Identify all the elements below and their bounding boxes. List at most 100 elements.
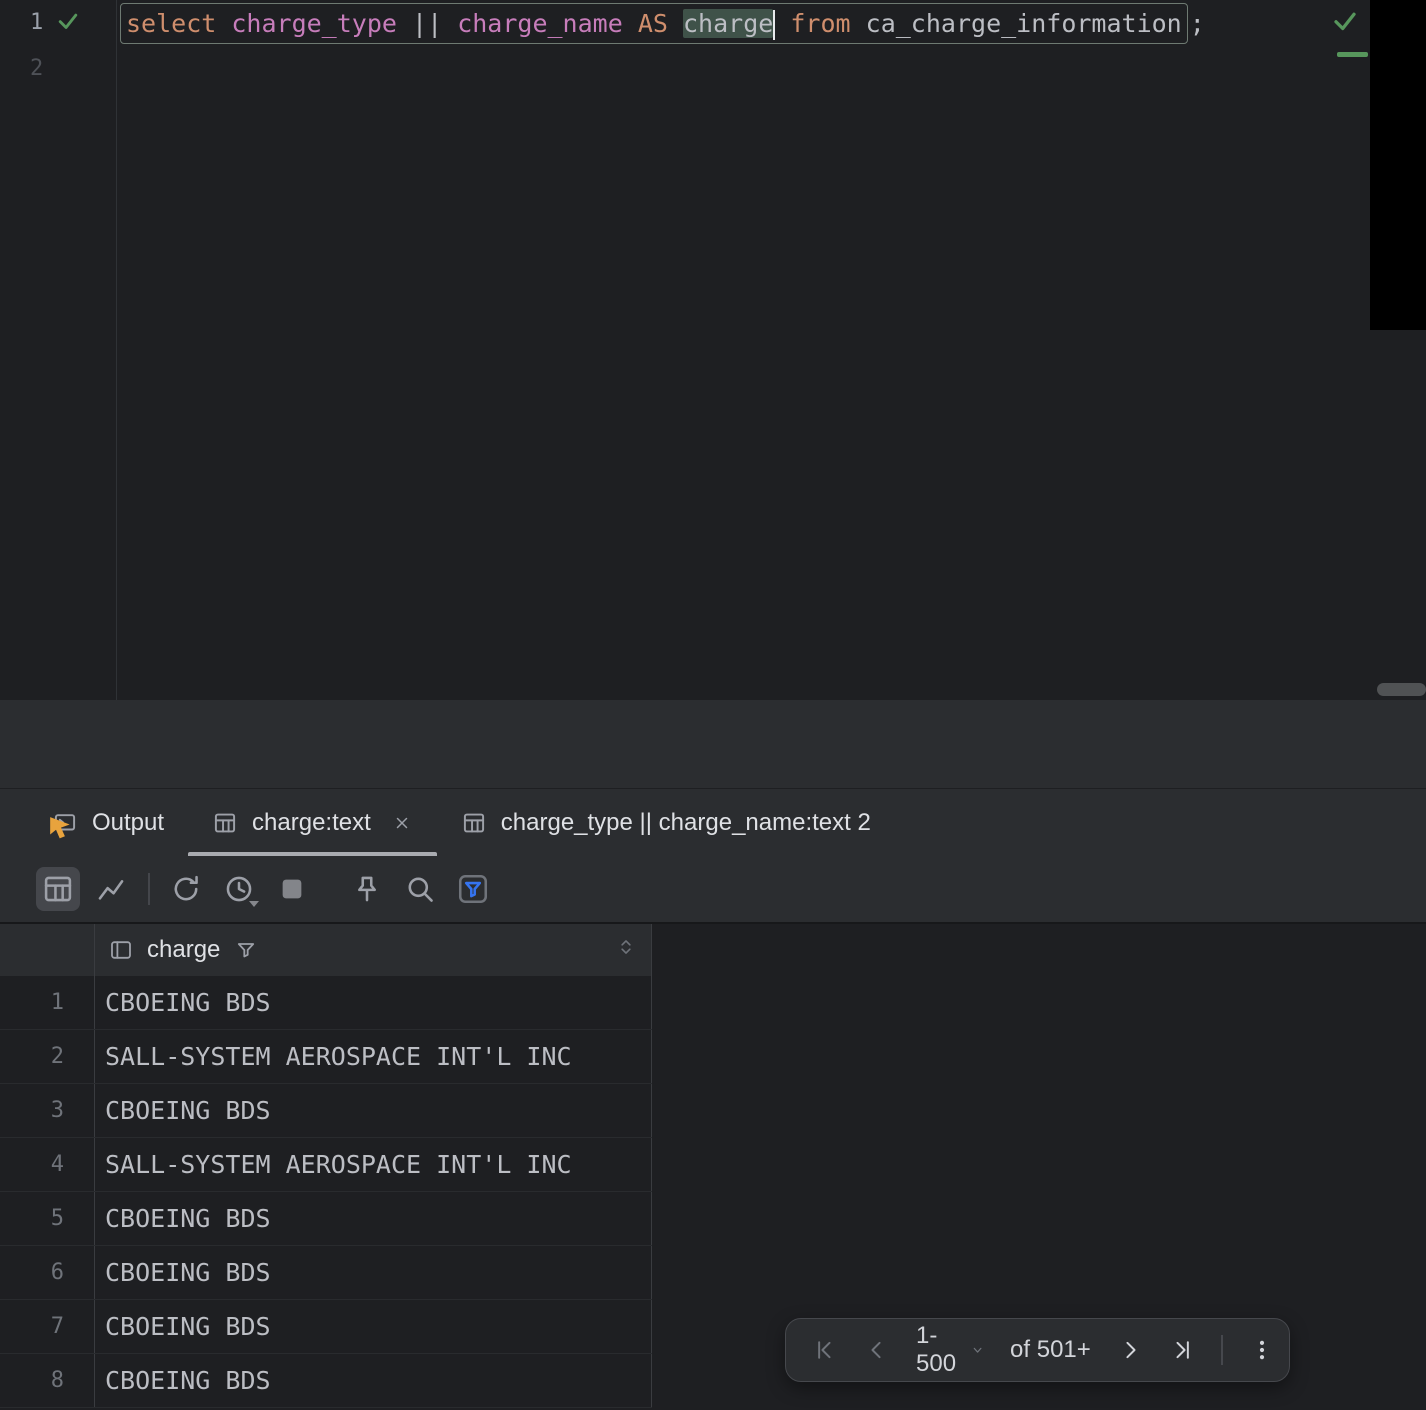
inspections-ok-check-icon[interactable] — [1330, 6, 1360, 36]
sort-icon[interactable] — [615, 936, 637, 965]
stop-icon — [282, 879, 302, 899]
sql-statement-highlight[interactable]: select charge_type || charge_name AS cha… — [120, 2, 1188, 44]
table-row[interactable]: 3 CBOEING BDS — [0, 1084, 652, 1138]
history-dropdown-arrow-icon — [249, 901, 259, 907]
refresh-icon — [174, 875, 198, 901]
cell-charge[interactable]: CBOEING BDS — [95, 1300, 652, 1353]
tab-output[interactable]: Output — [28, 789, 188, 856]
find-button[interactable] — [398, 867, 442, 911]
statement-success-check-icon — [58, 13, 78, 29]
kebab-menu-icon[interactable] — [1249, 1337, 1275, 1363]
row-number: 5 — [0, 1192, 95, 1245]
page-range-dropdown[interactable]: 1-500 — [916, 1322, 984, 1378]
pin-icon — [358, 876, 376, 902]
table-row[interactable]: 5 CBOEING BDS — [0, 1192, 652, 1246]
sql-token: AS — [637, 8, 668, 38]
horizontal-scrollbar-thumb[interactable] — [1377, 683, 1426, 696]
sql-tokens: select charge_type || charge_name AS cha… — [126, 4, 1182, 43]
result-tab-bar: Output charge:text charge_type || charge… — [0, 788, 1426, 856]
sql-token: charge — [683, 8, 774, 38]
search-icon — [408, 877, 433, 902]
total-rows-label: of 501+ — [1010, 1336, 1091, 1363]
sql-semicolon: ; — [1189, 8, 1205, 38]
row-number: 8 — [0, 1354, 95, 1407]
pagination-bar: 1-500 of 501+ — [785, 1318, 1290, 1382]
row-number-header-cell[interactable] — [0, 924, 95, 976]
tab-charge-type-concat[interactable]: charge_type || charge_name:text 2 — [437, 789, 895, 856]
row-number: 1 — [0, 976, 95, 1029]
grid-body: 1 CBOEING BDS 2 SALL-SYSTEM AEROSPACE INT'L… — [0, 976, 652, 1408]
column-header-label: charge — [147, 936, 221, 963]
sql-token: charge_name — [457, 8, 623, 38]
busy-cursor-icon — [50, 816, 70, 838]
cell-charge[interactable]: CBOEING BDS — [95, 1354, 652, 1407]
tab-charge-type-concat-label: charge_type || charge_name:text 2 — [500, 808, 871, 836]
column-header-charge[interactable]: charge — [95, 924, 652, 976]
stop-button[interactable] — [270, 867, 314, 911]
filter-rows-icon — [458, 874, 488, 904]
table-row[interactable]: 8 CBOEING BDS — [0, 1354, 652, 1408]
history-button[interactable] — [217, 867, 261, 911]
row-number: 3 — [0, 1084, 95, 1137]
chart-view-button[interactable] — [89, 867, 133, 911]
refresh-button[interactable] — [164, 867, 208, 911]
sql-statement-line[interactable]: select charge_type || charge_name AS cha… — [120, 2, 1205, 44]
pin-tab-button[interactable] — [345, 867, 389, 911]
table-row[interactable]: 2 SALL-SYSTEM AEROSPACE INT'L INC — [0, 1030, 652, 1084]
line-number-1: 1 — [30, 10, 44, 35]
first-page-button[interactable] — [812, 1337, 838, 1363]
cell-charge[interactable]: CBOEING BDS — [95, 1246, 652, 1299]
sql-token: charge_type — [231, 8, 397, 38]
toolbar-divider — [148, 873, 150, 905]
grid-toolbar — [0, 856, 1426, 922]
gutter-divider — [116, 0, 117, 700]
table-row[interactable]: 6 CBOEING BDS — [0, 1246, 652, 1300]
table-row[interactable]: 7 CBOEING BDS — [0, 1300, 652, 1354]
table-icon — [461, 810, 487, 836]
row-number: 2 — [0, 1030, 95, 1083]
database-ide-window: 1 2 select charge_type || charge_name AS… — [0, 0, 1426, 1410]
sql-token: || — [412, 8, 443, 38]
next-page-button[interactable] — [1117, 1337, 1143, 1363]
cell-charge[interactable]: SALL-SYSTEM AEROSPACE INT'L INC — [95, 1138, 652, 1191]
line-number-2: 2 — [30, 56, 44, 81]
sql-token: ca_charge_information — [865, 8, 1182, 38]
services-toolwindow: Output charge:text charge_type || charge… — [0, 788, 1426, 1410]
table-row[interactable]: 4 SALL-SYSTEM AEROSPACE INT'L INC — [0, 1138, 652, 1192]
table-row[interactable]: 1 CBOEING BDS — [0, 976, 652, 1030]
pagination-divider — [1220, 1335, 1223, 1365]
cell-charge[interactable]: CBOEING BDS — [95, 976, 652, 1029]
cell-charge[interactable]: SALL-SYSTEM AEROSPACE INT'L INC — [95, 1030, 652, 1083]
filter-rows-button[interactable] — [451, 867, 495, 911]
inspections-status-bar — [1337, 52, 1368, 57]
sql-token: from — [790, 8, 851, 38]
cell-charge[interactable]: CBOEING BDS — [95, 1192, 652, 1245]
row-number: 7 — [0, 1300, 95, 1353]
tab-charge-text[interactable]: charge:text — [188, 789, 437, 856]
cell-charge[interactable]: CBOEING BDS — [95, 1084, 652, 1137]
table-view-icon — [44, 876, 72, 902]
close-icon[interactable] — [391, 812, 413, 834]
table-icon — [212, 810, 238, 836]
editor-toolwindow-splitter[interactable] — [0, 700, 1426, 788]
sql-editor[interactable]: 1 2 select charge_type || charge_name AS… — [0, 0, 1426, 700]
last-page-button[interactable] — [1169, 1337, 1195, 1363]
editor-right-strip — [1370, 0, 1426, 330]
output-icon — [50, 810, 78, 838]
chart-view-icon — [98, 880, 124, 900]
chevron-down-icon — [973, 1347, 982, 1353]
table-view-button[interactable] — [36, 867, 80, 911]
column-filter-icon[interactable] — [234, 938, 258, 962]
previous-page-button[interactable] — [864, 1337, 890, 1363]
tab-charge-text-label: charge:text — [252, 808, 371, 836]
page-range-label: 1-500 — [916, 1322, 957, 1377]
row-number: 6 — [0, 1246, 95, 1299]
row-number: 4 — [0, 1138, 95, 1191]
sql-token: select — [126, 8, 217, 38]
